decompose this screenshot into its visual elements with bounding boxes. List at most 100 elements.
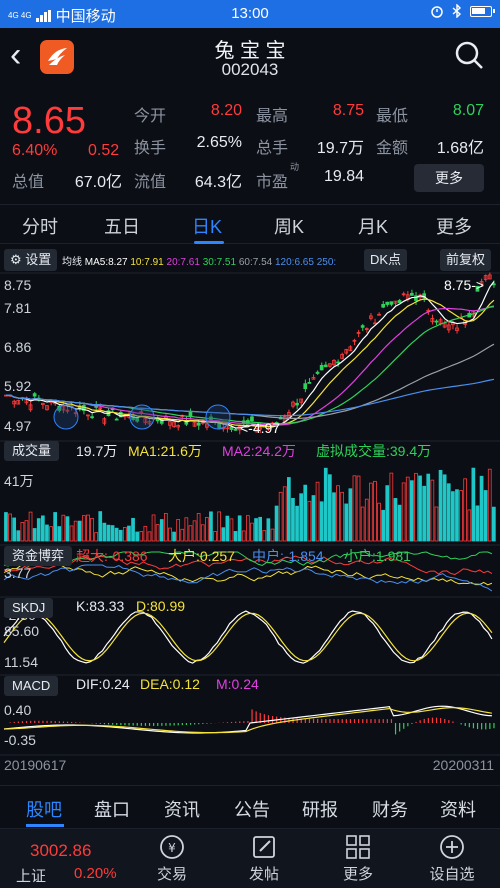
candle-body bbox=[491, 283, 496, 286]
volume-bar bbox=[225, 515, 230, 542]
tab-five-day[interactable]: 五日 bbox=[104, 213, 140, 239]
volume-bar bbox=[352, 475, 357, 542]
volume-bar bbox=[274, 505, 279, 542]
plus-circle-icon bbox=[440, 835, 464, 859]
volume-current: 19.7万 bbox=[76, 443, 118, 459]
macd-dif: DIF:0.24 bbox=[76, 676, 130, 692]
tab-daily-k[interactable]: 日K bbox=[192, 213, 222, 239]
volume-bar bbox=[348, 488, 353, 542]
svg-text:¥: ¥ bbox=[168, 841, 176, 855]
volume-bar bbox=[16, 530, 21, 542]
tab-order-book[interactable]: 盘口 bbox=[94, 796, 130, 822]
volume-panel-label[interactable]: 成交量 bbox=[4, 441, 60, 461]
battery-icon bbox=[470, 5, 495, 17]
volume-bar bbox=[143, 525, 148, 542]
skdj-panel-label[interactable]: SKDJ bbox=[4, 598, 54, 618]
tab-weekly-k[interactable]: 周K bbox=[274, 213, 304, 239]
volume-bar bbox=[389, 472, 394, 542]
volume-bar bbox=[24, 520, 29, 542]
tab-forum[interactable]: 股吧 bbox=[26, 796, 62, 822]
candle-body bbox=[323, 364, 328, 368]
tab-research[interactable]: 研报 bbox=[302, 796, 338, 822]
volume-bar bbox=[69, 525, 74, 542]
skdj-d: D:80.99 bbox=[136, 598, 186, 614]
volume-bar bbox=[4, 512, 8, 542]
volume-bar bbox=[373, 480, 377, 542]
volume-bar bbox=[479, 475, 484, 542]
tab-financials[interactable]: 财务 bbox=[372, 796, 408, 822]
volume-bar bbox=[332, 492, 336, 542]
fund-super: 超大:-0.386 bbox=[76, 548, 148, 564]
macd-axis-bottom: -0.35 bbox=[4, 732, 36, 748]
quote-more-button[interactable]: 更多 bbox=[414, 164, 484, 192]
volume-bar bbox=[213, 531, 217, 542]
more-menu-button[interactable]: 更多 bbox=[328, 833, 388, 884]
candle-body bbox=[229, 426, 234, 430]
tab-monthly-k[interactable]: 月K bbox=[358, 213, 388, 239]
volume-bar bbox=[397, 504, 402, 542]
trade-button[interactable]: ¥ 交易 bbox=[142, 833, 202, 884]
turnover-value: 2.65% bbox=[196, 134, 242, 151]
volume-bar bbox=[118, 529, 123, 542]
macd-dea-line bbox=[3, 707, 492, 734]
tab-announcements[interactable]: 公告 bbox=[234, 796, 270, 822]
volume-bar bbox=[438, 469, 443, 542]
volume-bar bbox=[393, 498, 398, 542]
volume-virtual: 虚拟成交量:39.4万 bbox=[316, 443, 432, 459]
change-amount: 0.52 bbox=[88, 142, 120, 159]
tab-intraday[interactable]: 分时 bbox=[22, 213, 58, 239]
period-tabs: 分时 五日 日K 周K 月K 更多 bbox=[0, 204, 500, 244]
candle-body bbox=[389, 301, 394, 305]
low-value: 8.07 bbox=[452, 102, 484, 119]
volume-bar bbox=[418, 475, 422, 542]
volume-bar bbox=[94, 532, 98, 542]
volume-bar bbox=[401, 482, 406, 542]
macd-panel-label[interactable]: MACD bbox=[4, 676, 59, 696]
volume-bar bbox=[192, 520, 197, 542]
tab-news[interactable]: 资讯 bbox=[164, 796, 200, 822]
volume-bar bbox=[299, 493, 304, 542]
volume-bar bbox=[291, 497, 295, 542]
add-watchlist-button[interactable]: 设自选 bbox=[422, 833, 482, 884]
macd-dif-line bbox=[3, 705, 492, 734]
volume-bar bbox=[311, 495, 316, 542]
volume-ma2: MA2:24.2万 bbox=[222, 443, 296, 459]
index-name: 上证 bbox=[16, 868, 47, 885]
amount-label: 金额 bbox=[376, 140, 409, 157]
volume-bar bbox=[344, 503, 349, 542]
candle-body bbox=[233, 428, 238, 431]
low-label: 最低 bbox=[376, 108, 409, 125]
volume-bar bbox=[168, 527, 172, 542]
volume-bar bbox=[414, 472, 418, 542]
volume-bar bbox=[41, 515, 45, 542]
volume-bar bbox=[53, 512, 58, 542]
date-axis-end: 20200311 bbox=[432, 757, 494, 773]
volume-bar bbox=[467, 509, 472, 542]
candle-body bbox=[32, 393, 37, 397]
fund-panel-label[interactable]: 资金博弈 bbox=[4, 546, 73, 566]
volume-bar bbox=[250, 522, 254, 542]
volume-bar bbox=[200, 524, 205, 542]
post-button[interactable]: 发帖 bbox=[234, 833, 294, 884]
high-value: 8.75 bbox=[332, 102, 364, 119]
volume-bar bbox=[135, 531, 139, 542]
tab-profile[interactable]: 资料 bbox=[440, 796, 476, 822]
volume-bar bbox=[176, 519, 180, 542]
volume-bar bbox=[270, 528, 275, 542]
search-icon[interactable] bbox=[454, 40, 484, 70]
high-label: 最高 bbox=[256, 108, 289, 125]
candle-body bbox=[397, 300, 402, 304]
volume-bar bbox=[254, 518, 258, 542]
fund-mid: 中户:-1.854 bbox=[252, 548, 324, 564]
volume-bar bbox=[442, 474, 447, 542]
mktcap-value: 67.0亿 bbox=[74, 174, 122, 191]
volume-bar bbox=[459, 490, 463, 542]
volume-bar bbox=[364, 498, 369, 542]
candle-body bbox=[315, 371, 320, 374]
tab-more[interactable]: 更多 bbox=[436, 213, 472, 239]
volume-bar bbox=[180, 528, 185, 542]
volume-bar bbox=[163, 512, 168, 542]
volume-bar bbox=[405, 476, 410, 542]
kline-chart-area[interactable]: ⚙ 设置 均线 MA5:8.27 10:7.91 20:7.61 30:7.51… bbox=[0, 245, 500, 785]
volume-bar bbox=[381, 509, 386, 542]
